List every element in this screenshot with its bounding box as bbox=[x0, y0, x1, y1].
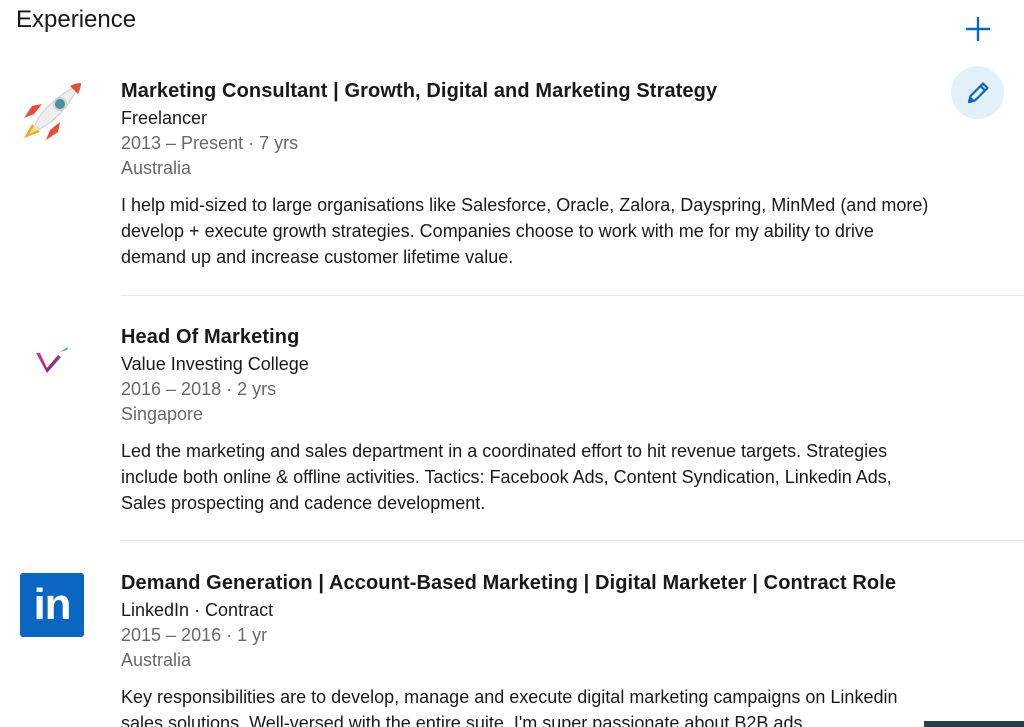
job-description: Led the marketing and sales department i… bbox=[121, 441, 892, 513]
date-range: 2013 – Present · 7 yrs bbox=[121, 133, 299, 153]
divider bbox=[121, 540, 1024, 541]
company-name[interactable]: Value Investing College bbox=[121, 351, 1024, 377]
divider bbox=[121, 295, 1024, 296]
linkedin-logo-text: in bbox=[33, 580, 71, 629]
date-range: 2016 – 2018 · 2 yrs bbox=[121, 379, 277, 399]
add-experience-button[interactable] bbox=[952, 8, 1004, 50]
value-investing-college-logo[interactable] bbox=[20, 328, 84, 392]
job-title[interactable]: Head Of Marketing bbox=[121, 324, 1024, 350]
plus-icon bbox=[966, 17, 990, 41]
location: Australia bbox=[121, 650, 192, 670]
experience-section: Experience Marketing Consultant | Growth… bbox=[0, 0, 1024, 727]
linkedin-logo[interactable]: in bbox=[20, 573, 84, 637]
location: Singapore bbox=[121, 404, 204, 424]
job-title[interactable]: Demand Generation | Account-Based Market… bbox=[121, 570, 1024, 596]
section-title: Experience bbox=[16, 6, 137, 33]
date-range: 2015 – 2016 · 1 yr bbox=[121, 625, 268, 645]
job-description: Key responsibilities are to develop, man… bbox=[121, 687, 898, 727]
job-title[interactable]: Marketing Consultant | Growth, Digital a… bbox=[121, 78, 1024, 104]
job-description: I help mid-sized to large organisations … bbox=[121, 195, 929, 267]
company-name[interactable]: LinkedIn · Contract bbox=[121, 597, 1024, 623]
location: Australia bbox=[121, 158, 192, 178]
company-name: Freelancer bbox=[121, 108, 208, 128]
bottom-bar bbox=[924, 721, 1024, 727]
rocket-logo bbox=[20, 80, 84, 144]
